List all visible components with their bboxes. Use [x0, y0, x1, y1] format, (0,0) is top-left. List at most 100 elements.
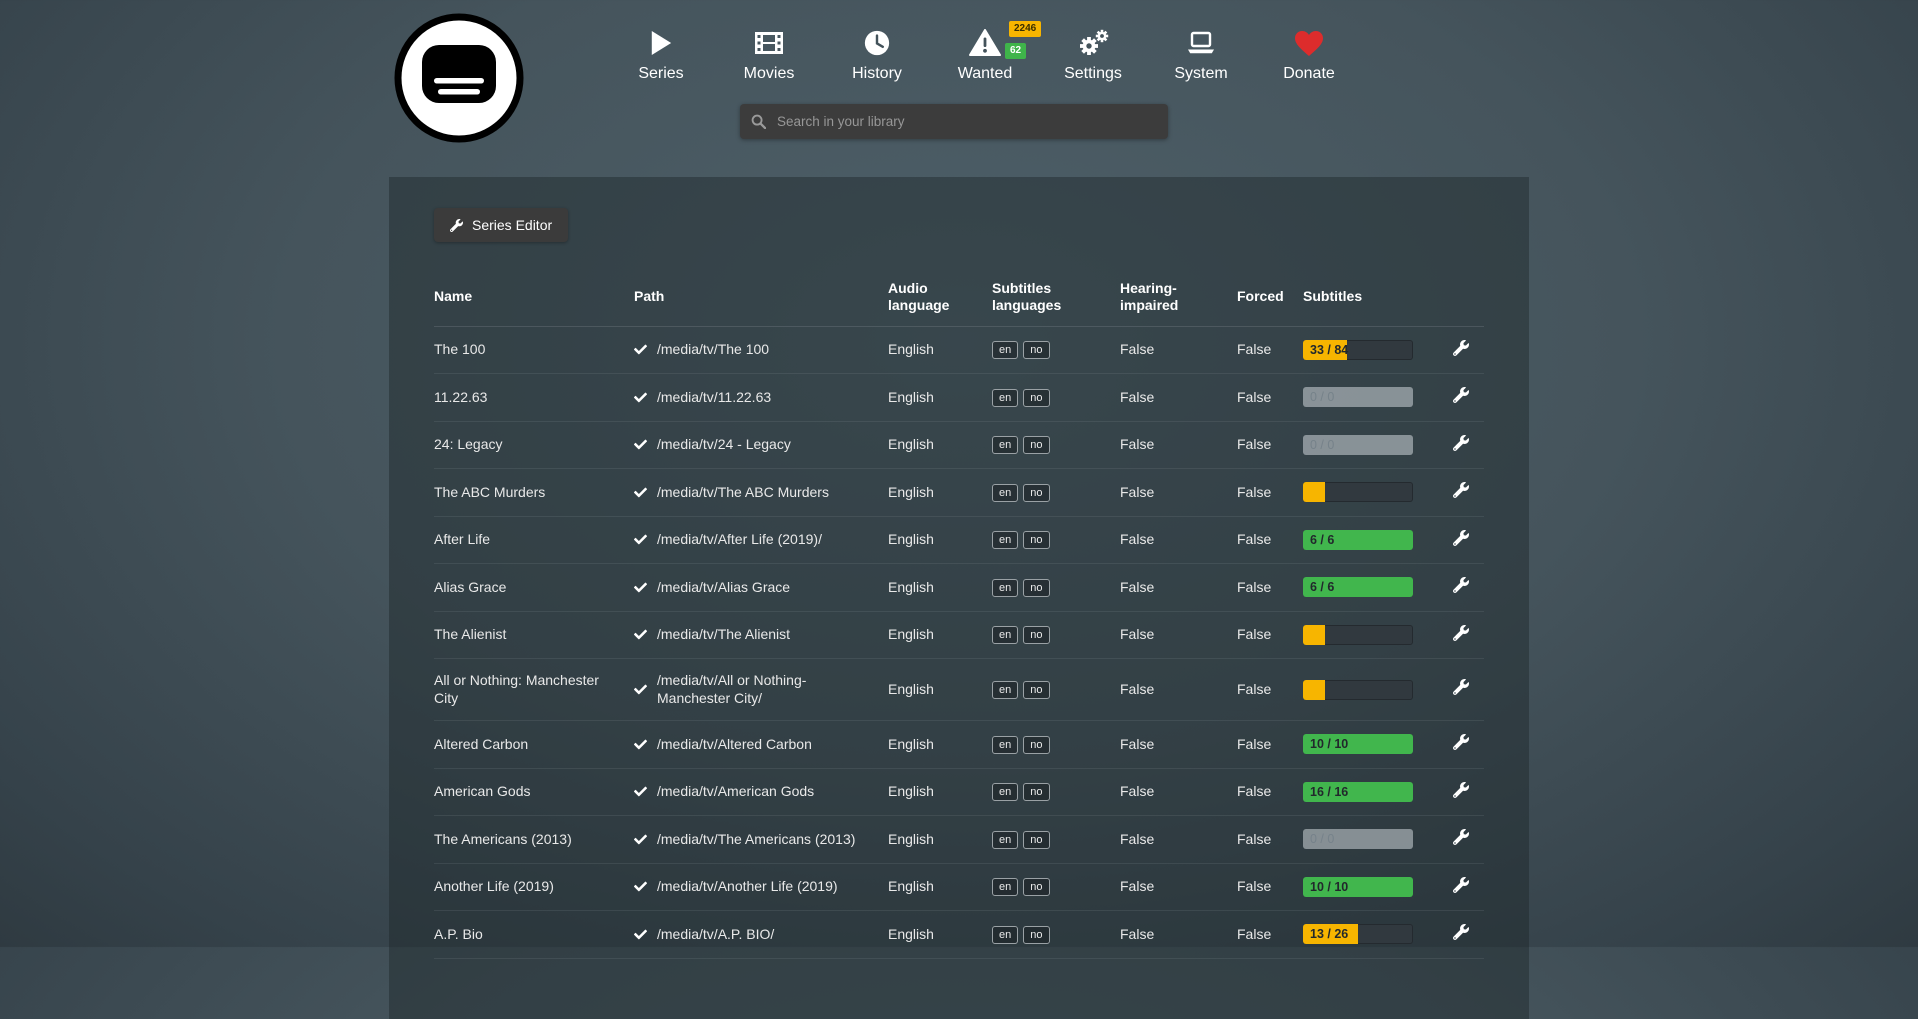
nav-item-settings[interactable]: Settings [1039, 26, 1147, 83]
subtitle-languages: enno [992, 925, 1055, 941]
hearing-impaired-value: False [1120, 436, 1154, 452]
bazarr-logo[interactable] [393, 12, 525, 144]
series-table-body: The 100 /media/tv/The 100 English enno F… [434, 326, 1484, 958]
forced-value: False [1237, 831, 1271, 847]
nav-item-donate[interactable]: Donate [1255, 26, 1363, 83]
hearing-impaired-value: False [1120, 926, 1154, 942]
nav-label: Settings [1039, 65, 1147, 83]
subtitles-progress [1303, 680, 1413, 700]
forced-value: False [1237, 436, 1271, 452]
nav-item-history[interactable]: History [823, 26, 931, 83]
series-name[interactable]: A.P. Bio [434, 926, 483, 942]
series-name[interactable]: Another Life (2019) [434, 878, 554, 894]
check-icon [634, 880, 647, 893]
nav-item-series[interactable]: Series [607, 26, 715, 83]
language-chip: en [992, 484, 1018, 502]
play-icon [607, 26, 715, 60]
language-chip: no [1023, 878, 1049, 896]
check-icon [634, 928, 647, 941]
table-row: Altered Carbon /media/tv/Altered Carbon … [434, 721, 1484, 769]
table-row: A.P. Bio /media/tv/A.P. BIO/ English enn… [434, 911, 1484, 959]
edit-series-wrench-icon[interactable] [1453, 679, 1469, 695]
series-table: Name Path Audio language Subtitles langu… [434, 270, 1484, 959]
edit-series-wrench-icon[interactable] [1453, 924, 1469, 940]
subtitles-progress: 6 / 6 [1303, 530, 1413, 550]
subtitles-progress-label: 10 / 10 [1310, 734, 1348, 754]
series-name[interactable]: The Alienist [434, 626, 506, 642]
hearing-impaired-value: False [1120, 579, 1154, 595]
top-header: Series Movies History Wanted 2246 62 [389, 0, 1529, 177]
subtitles-progress-fill [1303, 625, 1325, 645]
subtitles-progress: 6 / 6 [1303, 577, 1413, 597]
edit-series-wrench-icon[interactable] [1453, 734, 1469, 750]
subtitle-languages: enno [992, 735, 1055, 751]
main-nav: Series Movies History Wanted 2246 62 [607, 26, 1363, 83]
audio-language: English [888, 389, 934, 405]
edit-series-wrench-icon[interactable] [1453, 829, 1469, 845]
film-icon [715, 26, 823, 60]
language-chip: no [1023, 681, 1049, 699]
nav-item-wanted[interactable]: Wanted 2246 62 [931, 26, 1039, 83]
series-name[interactable]: The ABC Murders [434, 484, 545, 500]
series-path: /media/tv/24 - Legacy [657, 436, 791, 454]
nav-item-system[interactable]: System [1147, 26, 1255, 83]
series-name[interactable]: American Gods [434, 783, 530, 799]
audio-language: English [888, 484, 934, 500]
subtitles-progress: 10 / 10 [1303, 877, 1413, 897]
language-chip: en [992, 626, 1018, 644]
check-icon [634, 486, 647, 499]
subtitle-languages: enno [992, 625, 1055, 641]
column-header-actions [1441, 270, 1484, 326]
edit-series-wrench-icon[interactable] [1453, 387, 1469, 403]
nav-label: System [1147, 65, 1255, 83]
series-name[interactable]: After Life [434, 531, 490, 547]
series-path: /media/tv/The Alienist [657, 626, 790, 644]
language-chip: en [992, 681, 1018, 699]
hearing-impaired-value: False [1120, 626, 1154, 642]
table-row: The ABC Murders /media/tv/The ABC Murder… [434, 469, 1484, 517]
edit-series-wrench-icon[interactable] [1453, 435, 1469, 451]
hearing-impaired-value: False [1120, 484, 1154, 500]
series-name[interactable]: The 100 [434, 341, 485, 357]
audio-language: English [888, 531, 934, 547]
nav-item-movies[interactable]: Movies [715, 26, 823, 83]
series-path: /media/tv/After Life (2019)/ [657, 531, 822, 549]
audio-language: English [888, 878, 934, 894]
edit-series-wrench-icon[interactable] [1453, 340, 1469, 356]
subtitles-progress-label: 16 / 16 [1310, 782, 1348, 802]
language-chip: no [1023, 831, 1049, 849]
series-name[interactable]: 24: Legacy [434, 436, 503, 452]
edit-series-wrench-icon[interactable] [1453, 625, 1469, 641]
table-row: The 100 /media/tv/The 100 English enno F… [434, 326, 1484, 374]
forced-value: False [1237, 341, 1271, 357]
search-input[interactable] [775, 113, 1157, 130]
column-header-name: Name [434, 270, 634, 326]
gears-icon [1039, 26, 1147, 60]
column-header-subtitles-languages: Subtitles languages [992, 270, 1120, 326]
column-header-audio-language: Audio language [888, 270, 992, 326]
edit-series-wrench-icon[interactable] [1453, 530, 1469, 546]
series-name[interactable]: Altered Carbon [434, 736, 528, 752]
series-editor-button[interactable]: Series Editor [434, 208, 568, 242]
wanted-movies-count-badge: 62 [1005, 43, 1026, 59]
series-name[interactable]: Alias Grace [434, 579, 506, 595]
edit-series-wrench-icon[interactable] [1453, 482, 1469, 498]
audio-language: English [888, 681, 934, 697]
subtitle-languages: enno [992, 680, 1055, 696]
series-path: /media/tv/A.P. BIO/ [657, 926, 774, 944]
edit-series-wrench-icon[interactable] [1453, 877, 1469, 893]
series-path: /media/tv/The ABC Murders [657, 484, 829, 502]
subtitles-progress: 0 / 0 [1303, 435, 1413, 455]
series-name[interactable]: All or Nothing: Manchester City [434, 672, 599, 706]
language-chip: no [1023, 926, 1049, 944]
clock-icon [823, 26, 931, 60]
forced-value: False [1237, 878, 1271, 894]
series-name[interactable]: 11.22.63 [434, 389, 487, 405]
table-row: 11.22.63 /media/tv/11.22.63 English enno… [434, 374, 1484, 422]
edit-series-wrench-icon[interactable] [1453, 577, 1469, 593]
nav-label: History [823, 65, 931, 83]
edit-series-wrench-icon[interactable] [1453, 782, 1469, 798]
series-name[interactable]: The Americans (2013) [434, 831, 572, 847]
nav-label: Wanted [931, 65, 1039, 83]
subtitle-languages: enno [992, 530, 1055, 546]
